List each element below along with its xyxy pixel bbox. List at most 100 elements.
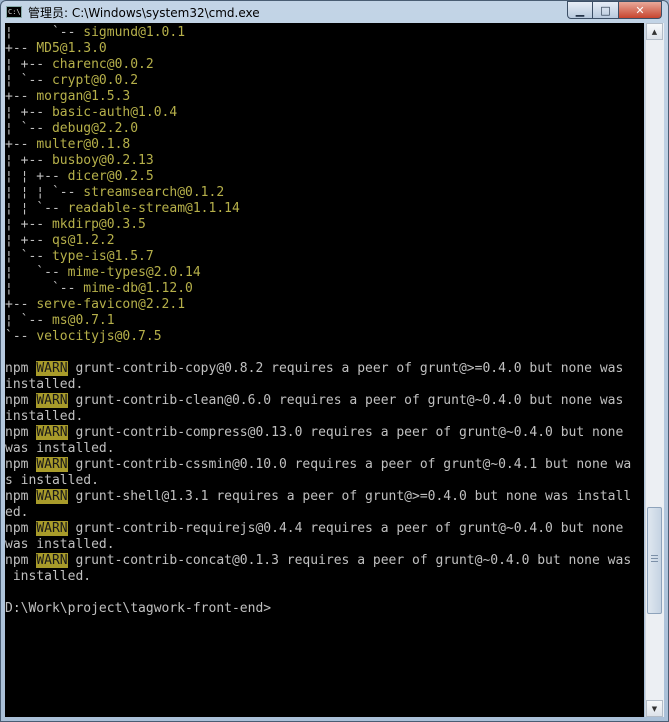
console-text: D:\Work\project\tagwork-front-end> bbox=[5, 601, 272, 616]
warning-message: grunt-contrib-requirejs@0.4.4 requires a… bbox=[67, 521, 624, 536]
package-name: serve-favicon@2.2.1 bbox=[36, 297, 186, 312]
console-line: npm WARN grunt-shell@1.3.1 requires a pe… bbox=[5, 489, 631, 505]
console-line: `-- velocityjs@0.7.5 bbox=[5, 329, 631, 345]
warning-message: grunt-contrib-clean@0.6.0 requires a pee… bbox=[67, 393, 624, 408]
tree-prefix: ¦ +-- bbox=[5, 105, 52, 120]
console-line: +-- MD5@1.3.0 bbox=[5, 41, 631, 57]
package-name: streamsearch@0.1.2 bbox=[83, 185, 225, 200]
npm-label: npm bbox=[5, 457, 29, 472]
console-line: ¦ +-- qs@1.2.2 bbox=[5, 233, 631, 249]
console-line: ¦ `-- sigmund@1.0.1 bbox=[5, 25, 631, 41]
warn-badge: WARN bbox=[36, 521, 68, 536]
package-name: morgan@1.5.3 bbox=[36, 89, 131, 104]
scroll-down-arrow-icon[interactable]: ▼ bbox=[646, 700, 663, 717]
scroll-up-arrow-icon[interactable]: ▲ bbox=[646, 23, 663, 40]
console-line: npm WARN grunt-contrib-copy@0.8.2 requir… bbox=[5, 361, 631, 377]
tree-prefix: +-- bbox=[5, 137, 37, 152]
console-text: ed. bbox=[5, 505, 29, 520]
console-line: ¦ ¦ `-- readable-stream@1.1.14 bbox=[5, 201, 631, 217]
warn-badge: WARN bbox=[36, 457, 68, 472]
scrollbar-thumb[interactable] bbox=[647, 507, 662, 614]
package-name: debug@2.2.0 bbox=[51, 121, 139, 136]
tree-prefix: +-- bbox=[5, 89, 37, 104]
console-line: npm WARN grunt-contrib-concat@0.1.3 requ… bbox=[5, 553, 631, 569]
console-line: ¦ `-- crypt@0.0.2 bbox=[5, 73, 631, 89]
close-button[interactable]: ✕ bbox=[619, 1, 662, 19]
package-name: sigmund@1.0.1 bbox=[83, 25, 186, 40]
tree-prefix: ¦ +-- bbox=[5, 217, 52, 232]
cmd-window: C:\ 管理员: C:\Windows\system32\cmd.exe ▁ □… bbox=[0, 0, 669, 722]
npm-label: npm bbox=[5, 489, 29, 504]
console-line: ¦ +-- busboy@0.2.13 bbox=[5, 153, 631, 169]
package-name: readable-stream@1.1.14 bbox=[67, 201, 240, 216]
console-text: installed. bbox=[5, 569, 92, 584]
warn-badge: WARN bbox=[36, 553, 68, 568]
npm-label: npm bbox=[5, 521, 29, 536]
tree-prefix: +-- bbox=[5, 297, 37, 312]
tree-prefix: ¦ +-- bbox=[5, 57, 52, 72]
console-line: ¦ ¦ +-- dicer@0.2.5 bbox=[5, 169, 631, 185]
console-line: +-- morgan@1.5.3 bbox=[5, 89, 631, 105]
console-line: npm WARN grunt-contrib-clean@0.6.0 requi… bbox=[5, 393, 631, 409]
tree-prefix: ¦ `-- bbox=[5, 73, 52, 88]
tree-prefix: ¦ `-- bbox=[5, 121, 52, 136]
package-name: dicer@0.2.5 bbox=[67, 169, 154, 184]
console-line: s installed. bbox=[5, 473, 631, 489]
tree-prefix: ¦ `-- bbox=[5, 265, 68, 280]
console-output[interactable]: ¦ `-- sigmund@1.0.1 +-- MD5@1.3.0 ¦ +-- ch… bbox=[5, 23, 644, 717]
console-line: ¦ ¦ ¦ `-- streamsearch@0.1.2 bbox=[5, 185, 631, 201]
console-line: npm WARN grunt-contrib-compress@0.13.0 r… bbox=[5, 425, 631, 441]
console-lines: ¦ `-- sigmund@1.0.1 +-- MD5@1.3.0 ¦ +-- ch… bbox=[5, 25, 631, 617]
console-line: installed. bbox=[5, 409, 631, 425]
tree-prefix: ¦ ¦ ¦ `-- bbox=[5, 185, 84, 200]
title-bar[interactable]: C:\ 管理员: C:\Windows\system32\cmd.exe ▁ □… bbox=[1, 1, 668, 23]
console-text: installed. bbox=[5, 377, 84, 392]
console-text: installed. bbox=[5, 409, 84, 424]
package-name: mime-types@2.0.14 bbox=[67, 265, 201, 280]
npm-label: npm bbox=[5, 553, 29, 568]
console-line: ¦ `-- type-is@1.5.7 bbox=[5, 249, 631, 265]
tree-prefix: `-- bbox=[5, 329, 37, 344]
warning-message: grunt-contrib-compress@0.13.0 requires a… bbox=[67, 425, 624, 440]
tree-prefix: ¦ `-- bbox=[5, 25, 84, 40]
package-name: mime-db@1.12.0 bbox=[83, 281, 193, 296]
tree-prefix: +-- bbox=[5, 41, 37, 56]
tree-prefix: ¦ `-- bbox=[5, 281, 84, 296]
cmd-icon[interactable]: C:\ bbox=[6, 6, 22, 18]
minimize-button[interactable]: ▁ bbox=[567, 1, 593, 19]
vertical-scrollbar[interactable]: ▲ ▼ bbox=[645, 23, 664, 717]
console-line: ¦ +-- basic-auth@1.0.4 bbox=[5, 105, 631, 121]
npm-label: npm bbox=[5, 393, 29, 408]
warn-badge: WARN bbox=[36, 425, 68, 440]
console-line: was installed. bbox=[5, 537, 631, 553]
console-line: ed. bbox=[5, 505, 631, 521]
console-line: ¦ `-- mime-types@2.0.14 bbox=[5, 265, 631, 281]
tree-prefix: ¦ +-- bbox=[5, 153, 52, 168]
console-line: installed. bbox=[5, 377, 631, 393]
package-name: multer@0.1.8 bbox=[36, 137, 131, 152]
console-line: ¦ `-- ms@0.7.1 bbox=[5, 313, 631, 329]
warning-message: grunt-contrib-concat@0.1.3 requires a pe… bbox=[67, 553, 632, 568]
package-name: ms@0.7.1 bbox=[51, 313, 115, 328]
warn-badge: WARN bbox=[36, 393, 68, 408]
package-name: charenc@0.0.2 bbox=[51, 57, 154, 72]
npm-label: npm bbox=[5, 361, 29, 376]
maximize-button[interactable]: □ bbox=[593, 1, 619, 19]
tree-prefix: ¦ `-- bbox=[5, 249, 52, 264]
console-line: npm WARN grunt-contrib-cssmin@0.10.0 req… bbox=[5, 457, 631, 473]
console-text: was installed. bbox=[5, 441, 115, 456]
package-name: basic-auth@1.0.4 bbox=[51, 105, 178, 120]
tree-prefix: ¦ ¦ +-- bbox=[5, 169, 68, 184]
console-line: was installed. bbox=[5, 441, 631, 457]
package-name: type-is@1.5.7 bbox=[51, 249, 154, 264]
console-line: ¦ +-- mkdirp@0.3.5 bbox=[5, 217, 631, 233]
warning-message: grunt-contrib-cssmin@0.10.0 requires a p… bbox=[67, 457, 632, 472]
warn-badge: WARN bbox=[36, 361, 68, 376]
console-text: s installed. bbox=[5, 473, 99, 488]
package-name: mkdirp@0.3.5 bbox=[51, 217, 146, 232]
warn-badge: WARN bbox=[36, 489, 68, 504]
caption-buttons: ▁ □ ✕ bbox=[567, 1, 662, 19]
console-line: ¦ +-- charenc@0.0.2 bbox=[5, 57, 631, 73]
